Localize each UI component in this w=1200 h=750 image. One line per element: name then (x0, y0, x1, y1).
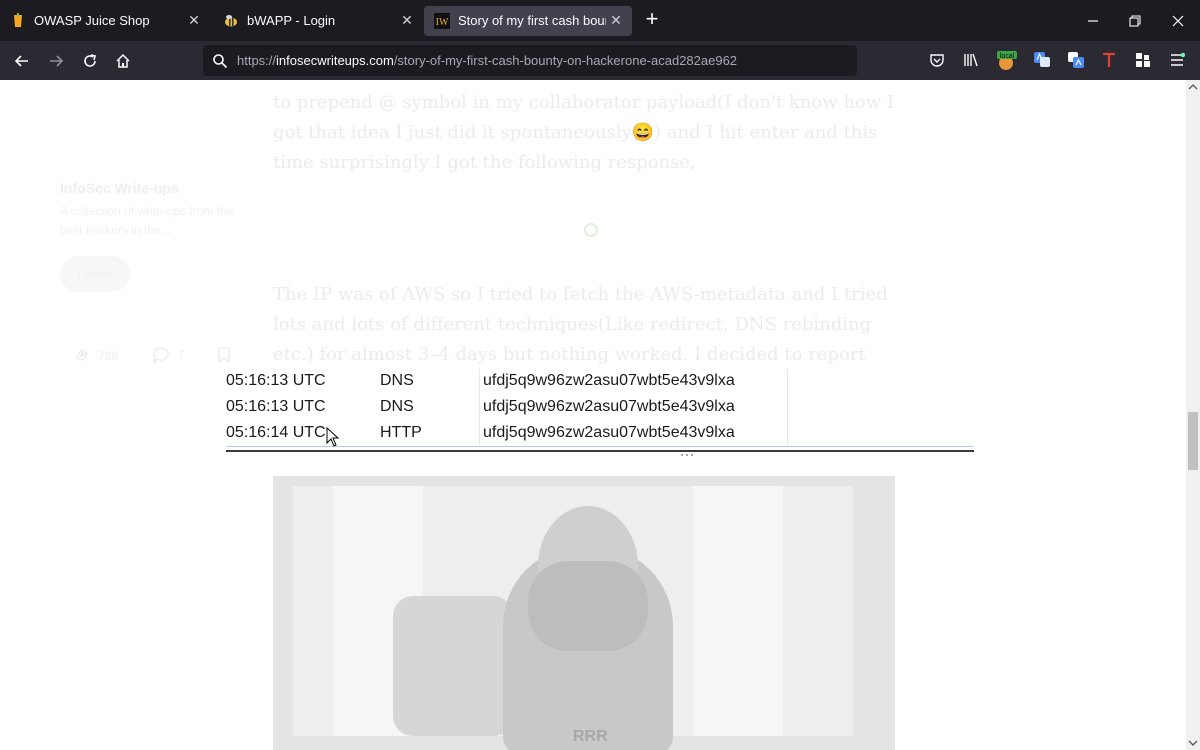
translate-page-icon[interactable] (1065, 49, 1087, 71)
scroll-down-icon[interactable] (1186, 736, 1200, 750)
facepalm-hands-shape (528, 561, 648, 651)
article-paragraph: to prepend @ symbol in my collaborator p… (273, 92, 895, 173)
reload-icon (84, 54, 96, 67)
table-row[interactable]: 05:16:13 UTC DNS ufdj5q9w96zw2asu07wbt5e… (221, 369, 974, 395)
extensions-icon[interactable] (1132, 49, 1154, 71)
tab-bwapp-login[interactable]: bWAPP - Login ✕ (213, 0, 423, 41)
bee-icon (223, 13, 239, 29)
bookmark-button[interactable] (216, 346, 232, 364)
bookmark-icon (218, 347, 230, 364)
scrollbar-thumb[interactable] (1188, 412, 1198, 470)
clap-count: 738 (98, 349, 119, 363)
minimize-window-button[interactable] (1080, 8, 1106, 34)
tab-bar: OWASP Juice Shop ✕ bWAPP - Login ✕ IW St… (0, 0, 1200, 41)
close-tab-icon[interactable]: ✕ (606, 11, 626, 31)
interaction-type: DNS (380, 398, 414, 415)
close-tab-icon[interactable]: ✕ (184, 11, 204, 31)
url-bar[interactable]: https://infosecwriteups.com/story-of-my-… (203, 45, 857, 76)
new-tab-button[interactable]: + (640, 8, 664, 32)
vertical-scrollbar[interactable] (1186, 80, 1200, 750)
reload-button[interactable] (78, 49, 102, 73)
interaction-time: 05:16:13 UTC (226, 398, 326, 415)
forward-button[interactable] (44, 49, 68, 73)
infosec-writeups-icon: IW (434, 12, 450, 29)
extension-badge: local (1000, 53, 1015, 60)
interaction-time: 05:16:13 UTC (226, 372, 326, 389)
chair-shape (393, 596, 513, 736)
clap-button[interactable]: 738 (72, 346, 118, 366)
translate-icon[interactable] (1031, 49, 1053, 71)
library-icon[interactable] (960, 49, 982, 71)
close-window-button[interactable] (1165, 8, 1191, 34)
interaction-type: DNS (380, 372, 414, 389)
menu-icon[interactable] (1166, 49, 1188, 71)
interaction-payload: ufdj5q9w96zw2asu07wbt5e43v9lxa (483, 372, 735, 389)
tab-title: OWASP Juice Shop (34, 13, 150, 28)
tab-owasp-juice-shop[interactable]: OWASP Juice Shop ✕ (0, 0, 210, 41)
favicon-text: IW (436, 17, 449, 28)
interaction-time: 05:16:14 UTC (226, 424, 326, 441)
follow-button[interactable]: Follow (60, 256, 130, 292)
publication-description: A collection of write-ups from the best … (60, 204, 234, 237)
interaction-payload: ufdj5q9w96zw2asu07wbt5e43v9lxa (483, 398, 735, 415)
search-icon (211, 52, 229, 70)
local-proxy-extension-icon[interactable]: local (995, 49, 1017, 71)
back-arrow-icon (14, 55, 28, 67)
close-tab-icon[interactable]: ✕ (397, 11, 417, 31)
table-bottom-border (226, 450, 974, 452)
loading-spinner-icon (584, 223, 598, 237)
back-button[interactable] (10, 49, 34, 73)
text-tool-icon[interactable] (1098, 49, 1120, 71)
navigation-toolbar: https://infosecwriteups.com/story-of-my-… (0, 41, 1200, 80)
clap-icon (76, 349, 88, 361)
scroll-up-icon[interactable] (1186, 80, 1200, 94)
forward-arrow-icon (50, 55, 64, 67)
url-text: https://infosecwriteups.com/story-of-my-… (237, 53, 737, 68)
mouse-cursor-icon (326, 426, 340, 447)
table-row[interactable]: 05:16:13 UTC DNS ufdj5q9w96zw2asu07wbt5e… (221, 395, 974, 421)
comment-icon (152, 347, 169, 364)
response-count: 7 (178, 348, 185, 362)
home-button[interactable] (111, 49, 135, 73)
interaction-payload: ufdj5q9w96zw2asu07wbt5e43v9lxa (483, 424, 735, 441)
url-domain: infosecwriteups.com (276, 53, 394, 68)
url-path: /story-of-my-first-cash-bounty-on-hacker… (393, 53, 738, 68)
publication-name[interactable]: InfoSec Write-ups (60, 180, 179, 196)
tab-story-of-my-first-cash-bounty[interactable]: IW Story of my first cash bounty o ✕ (424, 0, 632, 41)
article-image: RRR (273, 476, 895, 750)
interaction-type: HTTP (380, 424, 422, 441)
restore-window-button[interactable] (1122, 8, 1148, 34)
juice-shop-icon (10, 12, 26, 29)
shirt-text: RRR (573, 728, 608, 745)
pocket-icon[interactable] (926, 49, 948, 71)
responses-button[interactable]: 7 (152, 346, 185, 364)
tab-title: Story of my first cash bounty o (458, 13, 606, 28)
tab-title: bWAPP - Login (247, 13, 336, 28)
url-scheme: https:// (237, 53, 277, 68)
home-icon (116, 53, 130, 68)
